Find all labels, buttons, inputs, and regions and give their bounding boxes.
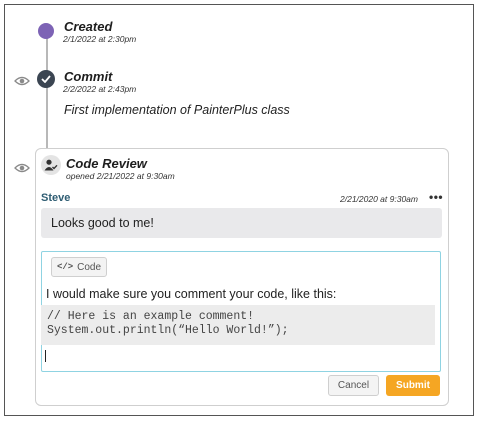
commit-title: Commit — [64, 69, 113, 84]
eye-icon[interactable] — [14, 75, 30, 87]
commit-meta: 2/2/2022 at 2:43pm — [63, 84, 137, 94]
commit-check-icon — [37, 70, 55, 88]
comment-date: 2/21/2020 at 9:30am — [340, 194, 418, 204]
code-line: // Here is an example comment! — [47, 310, 255, 323]
code-icon: </> — [56, 262, 74, 272]
code-review-title: Code Review — [66, 156, 147, 171]
code-button-label: Code — [77, 261, 102, 273]
timeline-line — [46, 30, 48, 148]
text-caret — [45, 350, 46, 362]
created-meta: 2/1/2022 at 2:30pm — [63, 34, 137, 44]
commit-description: First implementation of PainterPlus clas… — [64, 103, 290, 117]
code-block: // Here is an example comment! System.ou… — [41, 305, 435, 345]
submit-button[interactable]: Submit — [386, 375, 440, 396]
eye-icon[interactable] — [14, 162, 30, 174]
created-title: Created — [64, 19, 113, 34]
comment-author[interactable]: Steve — [41, 192, 70, 204]
code-line: System.out.println(“Hello World!”); — [47, 324, 289, 337]
code-review-meta: opened 2/21/2022 at 9:30am — [66, 171, 175, 181]
comment-body: Looks good to me! — [41, 208, 442, 238]
created-dot — [38, 23, 54, 39]
cancel-button[interactable]: Cancel — [328, 375, 379, 396]
reviewer-icon — [41, 155, 61, 175]
more-options-icon[interactable]: ••• — [429, 190, 443, 204]
code-button[interactable]: </> Code — [51, 257, 107, 277]
editor-text: I would make sure you comment your code,… — [46, 287, 337, 301]
